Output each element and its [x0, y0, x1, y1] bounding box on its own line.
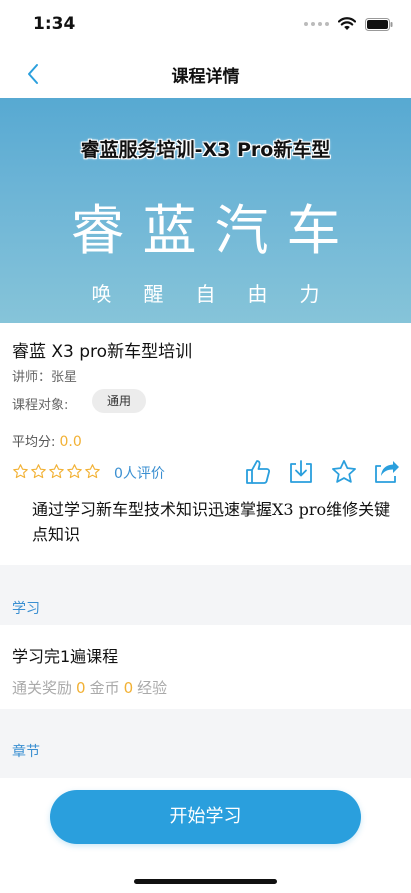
- course-actions: [243, 457, 402, 487]
- nav-bar: 课程详情: [0, 50, 411, 98]
- star-icon: [67, 464, 82, 479]
- audience-badge: 通用: [92, 389, 146, 413]
- star-icon: [31, 464, 46, 479]
- exp-label: 经验: [137, 679, 168, 697]
- course-title: 睿蓝 X3 pro新车型培训: [12, 342, 193, 362]
- like-button[interactable]: [243, 457, 273, 487]
- study-task-title: 学习完1遍课程: [12, 647, 119, 666]
- status-time: 1:34: [33, 14, 76, 34]
- status-bar: 1:34: [0, 0, 411, 50]
- start-learning-button[interactable]: 开始学习: [50, 790, 361, 844]
- star-icon: [49, 464, 64, 479]
- audience-label: 课程对象:: [12, 398, 69, 413]
- course-banner: 睿蓝服务培训-X3 Pro新车型 睿蓝汽车 唤醒自由力: [0, 98, 411, 323]
- study-section-label: 学习: [12, 601, 40, 617]
- banner-brand: 睿蓝汽车: [70, 199, 359, 262]
- reward-info: 通关奖励 0 金币 0 经验: [12, 677, 167, 698]
- chapter-section-label: 章节: [12, 744, 40, 760]
- cellular-signal-icon: [304, 22, 329, 26]
- wifi-icon: [338, 17, 356, 30]
- home-indicator: [134, 879, 277, 884]
- study-task-card[interactable]: 学习完1遍课程 通关奖励 0 金币 0 经验: [0, 625, 411, 709]
- average-score: 平均分: 0.0: [12, 431, 82, 450]
- battery-icon: [365, 17, 393, 31]
- teacher-name: 讲师：张星: [12, 370, 78, 385]
- star-icon: [85, 464, 100, 479]
- page-title: 课程详情: [171, 67, 240, 87]
- share-icon: [375, 461, 399, 483]
- star-icon: [13, 464, 28, 479]
- download-button[interactable]: [286, 457, 316, 487]
- share-button[interactable]: [372, 457, 402, 487]
- coins-value: 0: [76, 679, 86, 697]
- star-outline-icon: [332, 460, 356, 483]
- exp-value: 0: [123, 679, 134, 697]
- score-label: 平均分:: [12, 435, 60, 450]
- banner-slogan: 唤醒自由力: [91, 282, 352, 306]
- rating-stars[interactable]: [12, 463, 101, 480]
- coins-label: 金币: [89, 679, 120, 697]
- status-icons: [304, 17, 393, 31]
- thumbs-up-icon: [246, 460, 271, 484]
- course-description: 通过学习新车型技术知识迅速掌握X3 pro维修关键点知识: [32, 500, 391, 544]
- review-count[interactable]: 0人评价: [114, 463, 165, 483]
- banner-title: 睿蓝服务培训-X3 Pro新车型: [80, 139, 331, 161]
- download-icon: [290, 460, 312, 483]
- reward-label: 通关奖励: [12, 679, 73, 697]
- favorite-button[interactable]: [329, 457, 359, 487]
- score-value: 0.0: [59, 434, 82, 450]
- course-info: 睿蓝 X3 pro新车型培训 讲师：张星 课程对象: 通用 平均分: 0.0 0…: [0, 323, 411, 565]
